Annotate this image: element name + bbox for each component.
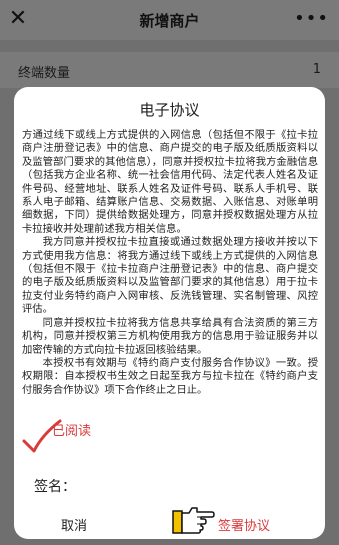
- cancel-button[interactable]: 取消: [61, 515, 87, 534]
- pointing-hand-icon: [172, 507, 215, 534]
- agreement-dialog: 电子协议 方通过线下或线上方式提供的入网信息（包括但不限于《拉卡拉商户注册登记表…: [14, 87, 325, 539]
- page-title: 新增商户: [139, 12, 200, 30]
- terminal-count-value: 1: [312, 62, 321, 77]
- agreement-paragraph: 方通过线下或线上方式提供的入网信息（包括但不限于《拉卡拉商户注册登记表》中的信息…: [22, 129, 318, 235]
- terminal-count-row: 终端数量 1: [0, 52, 339, 88]
- dialog-title: 电子协议: [139, 101, 200, 119]
- agreement-text[interactable]: 方通过线下或线上方式提供的入网信息（包括但不限于《拉卡拉商户注册登记表》中的信息…: [22, 129, 318, 424]
- signature-label: 签名：: [34, 479, 76, 495]
- agreement-paragraph: 同意并授权拉卡拉将我方信息共享给具有合法资质的第三方机构，同意并授权第三方机构使…: [22, 316, 318, 356]
- sign-agreement-button[interactable]: 签署协议: [218, 515, 270, 534]
- more-icon[interactable]: •••: [294, 8, 329, 29]
- agreement-paragraph: 我方同意并授权拉卡拉直接或通过数据处理方接收并按以下方式使用我方信息：将我方通过…: [22, 236, 318, 316]
- terminal-count-label: 终端数量: [18, 66, 71, 81]
- agreement-paragraph: 本授权书有效期与《特约商户支付服务合作协议》一致。授权期限：自本授权书生效之日起…: [22, 356, 318, 396]
- read-label[interactable]: 已阅读: [52, 420, 91, 439]
- navigation-bar: ✕ 新增商户 •••: [0, 0, 339, 40]
